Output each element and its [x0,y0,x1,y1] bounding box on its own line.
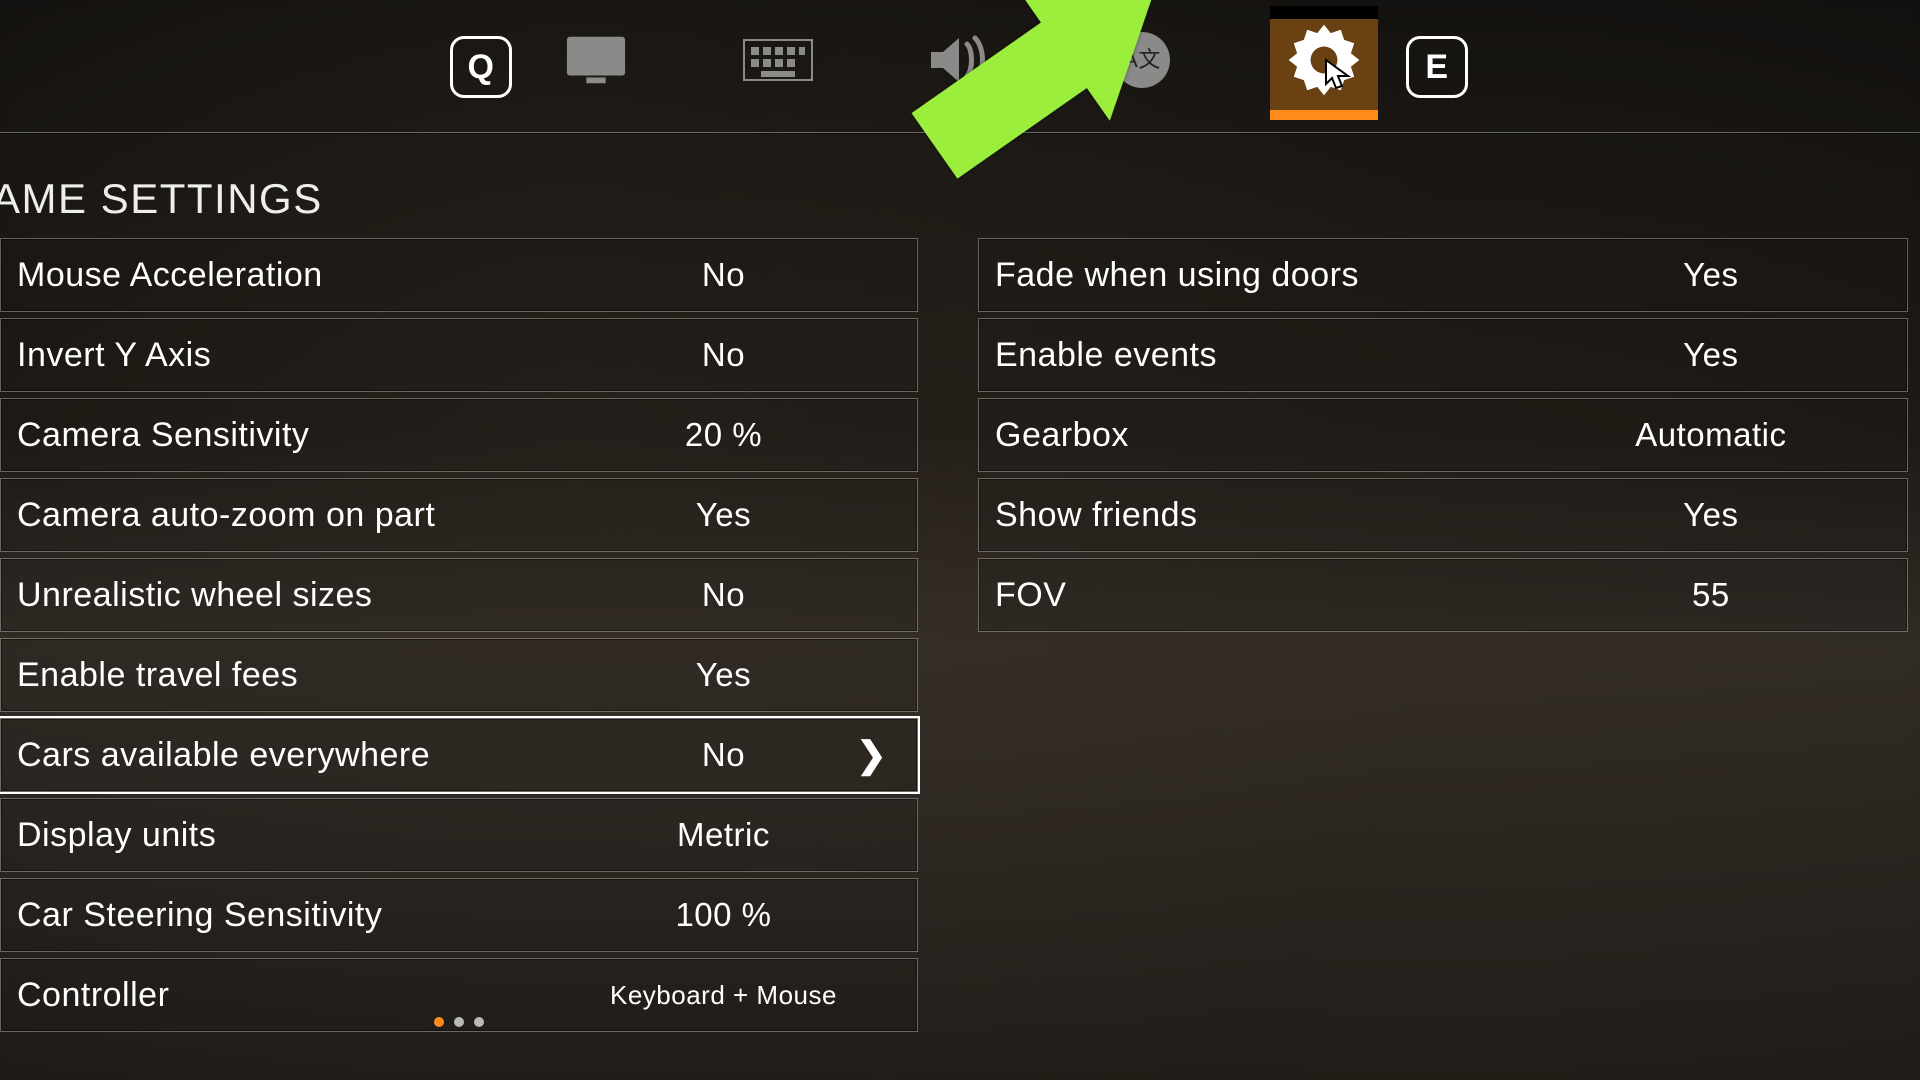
setting-row[interactable]: Fade when using doorsYes [978,238,1908,312]
setting-label: FOV [979,576,1515,615]
setting-row[interactable]: Cars available everywhereNo❯ [0,718,918,792]
setting-row[interactable]: GearboxAutomatic [978,398,1908,472]
setting-value: No [530,336,917,374]
monitor-icon [565,34,627,86]
tab-game-settings[interactable] [1270,6,1378,114]
setting-label: Gearbox [979,416,1515,455]
setting-value: Yes [1515,336,1907,374]
setting-label: Cars available everywhere [1,736,530,775]
setting-row[interactable]: Camera Sensitivity20 % [0,398,918,472]
setting-label: Camera Sensitivity [1,416,530,455]
section-title: AME SETTINGS [0,175,323,223]
setting-row[interactable]: ControllerKeyboard + Mouse [0,958,918,1032]
setting-label: Display units [1,816,530,855]
setting-label: Controller [1,976,530,1015]
cursor-icon [1322,58,1354,90]
setting-row[interactable]: Enable travel feesYes [0,638,918,712]
setting-value: 55 [1515,576,1907,614]
setting-row[interactable]: Display unitsMetric [0,798,918,872]
setting-label: Show friends [979,496,1515,535]
setting-row[interactable]: Car Steering Sensitivity100 % [0,878,918,952]
next-tab-key-hint: E [1406,36,1468,98]
setting-row[interactable]: Mouse AccelerationNo [0,238,918,312]
page-dots [434,1017,484,1027]
setting-value: Yes [530,656,917,694]
setting-row[interactable]: Enable eventsYes [978,318,1908,392]
tab-display[interactable] [542,6,650,114]
tab-controls[interactable] [724,6,832,114]
setting-label: Invert Y Axis [1,336,530,375]
setting-value: 20 % [530,416,917,454]
setting-label: Camera auto-zoom on part [1,496,530,535]
setting-value: 100 % [530,896,917,934]
setting-value: Yes [530,496,917,534]
setting-value: Keyboard + Mouse [530,980,917,1011]
setting-value: No [530,256,917,294]
setting-label: Fade when using doors [979,256,1515,295]
chevron-right-icon[interactable]: ❯ [856,734,887,776]
prev-tab-key-hint: Q [450,36,512,98]
setting-label: Mouse Acceleration [1,256,530,295]
setting-value: Yes [1515,256,1907,294]
setting-label: Car Steering Sensitivity [1,896,530,935]
setting-row[interactable]: FOV55 [978,558,1908,632]
setting-value: Metric [530,816,917,854]
setting-label: Enable travel fees [1,656,530,695]
setting-label: Enable events [979,336,1515,375]
setting-row[interactable]: Camera auto-zoom on partYes [0,478,918,552]
settings-column-right: Fade when using doorsYesEnable eventsYes… [978,238,1908,1032]
setting-label: Unrealistic wheel sizes [1,576,530,615]
setting-row[interactable]: Show friendsYes [978,478,1908,552]
setting-row[interactable]: Unrealistic wheel sizesNo [0,558,918,632]
setting-value: No [530,576,917,614]
settings-column-left: Mouse AccelerationNoInvert Y AxisNoCamer… [0,238,918,1032]
setting-row[interactable]: Invert Y AxisNo [0,318,918,392]
keyboard-icon [743,39,813,81]
settings-grid: Mouse AccelerationNoInvert Y AxisNoCamer… [0,238,1920,1032]
setting-value: Automatic [1515,416,1907,454]
setting-value: Yes [1515,496,1907,534]
